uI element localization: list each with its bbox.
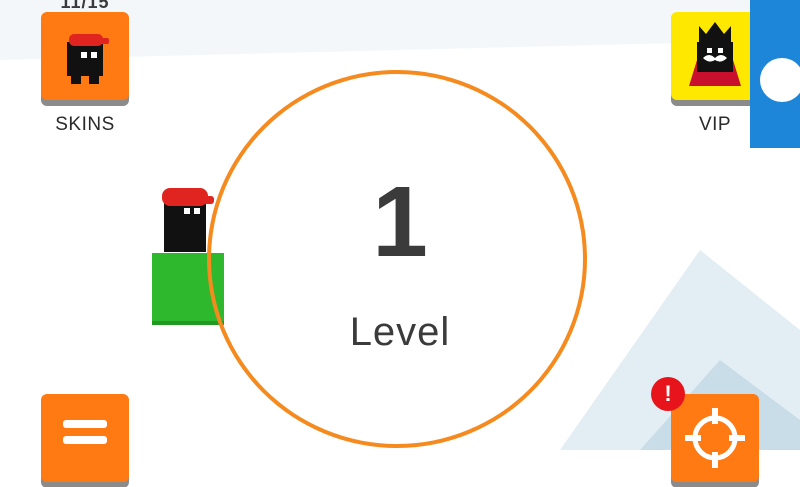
crosshair-icon: [685, 408, 745, 468]
menu-button[interactable]: [41, 394, 129, 482]
level-label: Level: [349, 310, 451, 354]
level-number: 1: [372, 166, 428, 278]
skins-button[interactable]: [41, 12, 129, 100]
side-toggle-knob[interactable]: [760, 58, 800, 102]
vip-button[interactable]: [671, 12, 759, 100]
alert-badge-icon: !: [651, 377, 685, 411]
king-icon: [689, 22, 741, 86]
target-button[interactable]: [671, 394, 759, 482]
menu-icon: [63, 420, 107, 444]
skins-label: SKINS: [55, 114, 115, 135]
player-icon: [67, 34, 109, 84]
